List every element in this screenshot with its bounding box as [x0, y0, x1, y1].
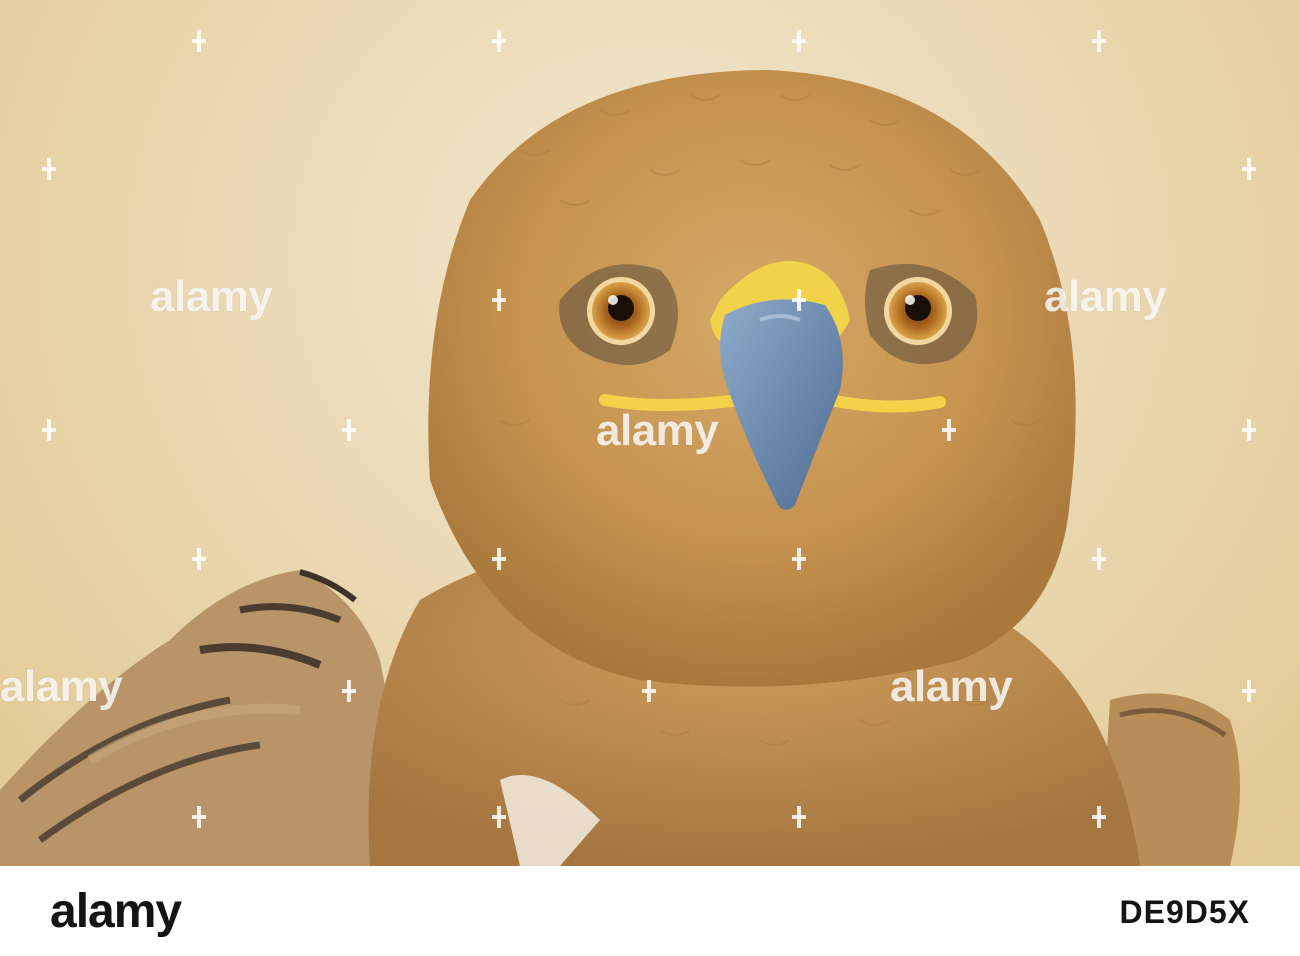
watermark-cross-icon: [492, 289, 506, 311]
left-wing: [0, 569, 420, 866]
watermark-cross-icon: [192, 548, 206, 570]
footer-bar: alamy DE9D5X: [0, 866, 1300, 956]
watermark-cross-icon: [492, 806, 506, 828]
watermark-cross-icon: [1242, 419, 1256, 441]
left-eye: [587, 277, 655, 345]
watermark-text: alamy: [596, 406, 719, 455]
watermark-cross-icon: [1092, 30, 1106, 52]
watermark-text: alamy: [890, 662, 1013, 711]
watermark-cross-icon: [342, 419, 356, 441]
watermark-text: alamy: [1044, 272, 1167, 321]
watermark-cross-icon: [642, 680, 656, 702]
watermark-cross-icon: [1092, 548, 1106, 570]
watermark-cross-icon: [1242, 158, 1256, 180]
watermark-cross-icon: [792, 548, 806, 570]
watermark-cross-icon: [42, 419, 56, 441]
watermark-cross-icon: [192, 30, 206, 52]
watermark-cross-icon: [342, 680, 356, 702]
watermark-text: alamy: [150, 272, 273, 321]
watermark-cross-icon: [492, 548, 506, 570]
watermark-cross-icon: [942, 419, 956, 441]
eagle-photo: alamy alamy alamy alamy alamy: [0, 0, 1300, 866]
watermark-cross-icon: [1242, 680, 1256, 702]
watermark-cross-icon: [1092, 806, 1106, 828]
watermark-cross-icon: [792, 30, 806, 52]
watermark-cross-icon: [792, 289, 806, 311]
watermark-text: alamy: [0, 662, 123, 711]
image-id: DE9D5X: [1119, 894, 1250, 930]
watermark-cross-icon: [792, 806, 806, 828]
alamy-logo: alamy: [50, 885, 182, 938]
watermark-cross-icon: [42, 158, 56, 180]
watermark-cross-icon: [192, 806, 206, 828]
watermark-cross-icon: [492, 30, 506, 52]
right-eye: [884, 277, 952, 345]
